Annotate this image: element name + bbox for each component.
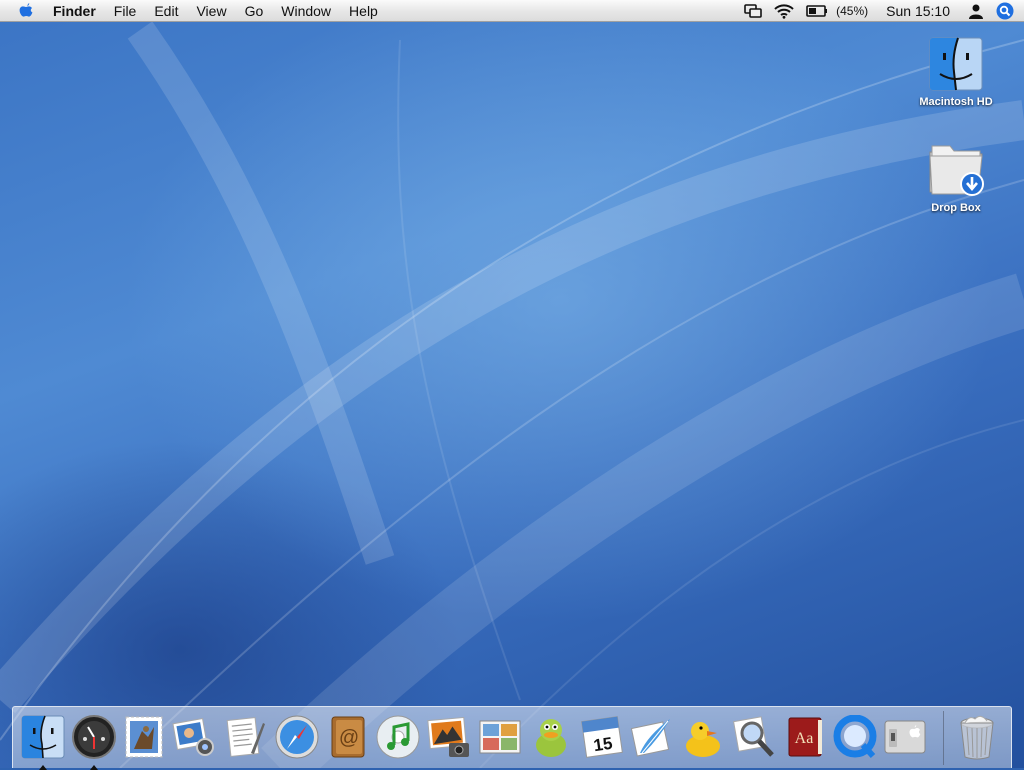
battery-menu[interactable] (800, 0, 834, 22)
menu-view[interactable]: View (187, 0, 235, 22)
svg-text:15: 15 (592, 734, 613, 755)
desktop-item-drop-box[interactable]: Drop Box (908, 138, 1004, 214)
dropbox-folder-icon (929, 145, 984, 196)
quicktime-icon (833, 715, 877, 759)
apple-icon (19, 2, 33, 17)
dock-mail[interactable] (120, 713, 168, 761)
user-menu[interactable] (962, 0, 990, 22)
spotlight-menu[interactable] (990, 0, 1024, 22)
system-preferences-icon (884, 720, 926, 754)
photo-chat-icon (172, 718, 214, 756)
battery-icon (806, 4, 828, 17)
finder-face-icon (929, 37, 983, 91)
wifi-icon (774, 3, 794, 19)
dock-address-book[interactable]: @ (324, 713, 372, 761)
safari-compass-icon (275, 715, 319, 759)
dock-adium[interactable] (527, 713, 575, 761)
user-icon (969, 4, 983, 19)
magnifier-icon (733, 716, 774, 757)
finder-icon (21, 715, 65, 759)
mail-stamp-icon (125, 716, 163, 758)
dock-trash[interactable] (953, 713, 1001, 761)
desktop-item-macintosh-hd[interactable]: Macintosh HD (908, 36, 1004, 108)
wifi-menu[interactable] (768, 0, 800, 22)
dock-itunes[interactable] (374, 713, 422, 761)
menu-bar: Finder File Edit View Go Window Help (45… (0, 0, 1024, 22)
preview-icon (479, 720, 521, 754)
dock: @ 15 Aa (12, 706, 1012, 770)
iphoto-icon (427, 716, 469, 757)
display-mirroring-icon (744, 3, 762, 18)
display-mirroring-menu[interactable] (738, 0, 768, 22)
textedit-icon (226, 717, 265, 757)
menu-window[interactable]: Window (272, 0, 340, 22)
dock-textedit[interactable] (221, 713, 269, 761)
calendar-icon: 15 (581, 716, 623, 758)
desktop-item-label: Macintosh HD (919, 96, 993, 108)
menu-app-name[interactable]: Finder (44, 0, 105, 22)
menu-go[interactable]: Go (236, 0, 273, 22)
trash-icon (960, 715, 994, 760)
menu-help[interactable]: Help (340, 0, 387, 22)
dock-iphoto[interactable] (425, 713, 473, 761)
menu-clock[interactable]: Sun 15:10 (876, 3, 962, 19)
dock-preview[interactable] (476, 713, 524, 761)
itunes-icon (376, 715, 420, 759)
apple-menu[interactable] (0, 2, 44, 20)
dock-ical[interactable]: 15 (578, 713, 626, 761)
cyberduck-icon (686, 722, 720, 757)
dock-dictionary[interactable]: Aa (781, 713, 829, 761)
menu-extras: (45%) Sun 15:10 (738, 0, 1024, 22)
dock-cyberduck[interactable] (679, 713, 727, 761)
dock-finder[interactable] (19, 713, 67, 761)
adium-duck-icon (536, 719, 566, 757)
wallpaper-swooshes (0, 21, 1024, 768)
quill-feather-icon (630, 719, 670, 757)
dock-safari[interactable] (273, 713, 321, 761)
dashboard-icon (72, 715, 116, 759)
dock-separator (943, 711, 944, 765)
svg-text:Aa: Aa (795, 730, 814, 747)
desktop-item-label: Drop Box (931, 202, 981, 214)
address-book-icon: @ (331, 716, 365, 758)
spotlight-icon (996, 2, 1014, 19)
dock-system-preferences[interactable] (881, 713, 929, 761)
menu-edit[interactable]: Edit (145, 0, 187, 22)
dictionary-book-icon: Aa (788, 717, 822, 757)
desktop-wallpaper (0, 0, 1024, 768)
menu-file[interactable]: File (105, 0, 146, 22)
dock-spotlight[interactable] (730, 713, 778, 761)
dock-feather[interactable] (628, 713, 676, 761)
dock-ichat[interactable] (170, 713, 218, 761)
battery-percentage[interactable]: (45%) (834, 4, 876, 18)
dock-dashboard[interactable] (70, 713, 118, 761)
dock-quicktime[interactable] (831, 713, 879, 761)
svg-text:@: @ (339, 727, 359, 749)
